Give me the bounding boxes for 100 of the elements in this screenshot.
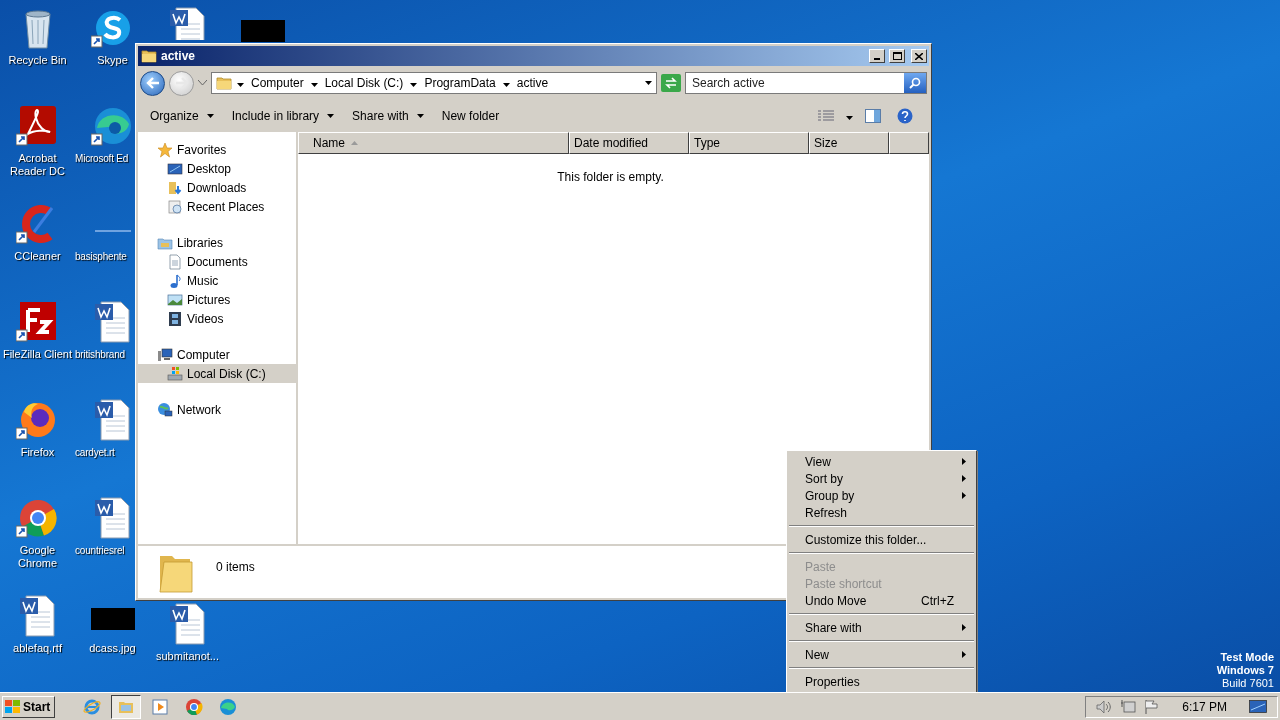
desktop-icon-label[interactable]: Microsoft Ed: [75, 152, 129, 165]
nav-item[interactable]: Pictures: [138, 290, 296, 309]
music-note-icon: [167, 272, 183, 289]
menu-item[interactable]: Properties: [789, 673, 974, 690]
desktop-icon-label[interactable]: basisphente: [75, 250, 127, 263]
folder-icon: [216, 75, 232, 91]
folder-icon: [141, 48, 157, 64]
toolbar-button[interactable]: Include in library: [225, 106, 341, 126]
document-icon: [167, 253, 183, 270]
monitor-icon: [167, 160, 183, 177]
breadcrumb-caret-icon: [237, 83, 244, 87]
nav-item[interactable]: Documents: [138, 252, 296, 271]
flag-icon[interactable]: [1144, 698, 1161, 715]
address-bar[interactable]: Computer Local Disk (C:) ProgramData active: [211, 72, 657, 94]
menu-item[interactable]: New: [789, 646, 974, 663]
picture-icon: [167, 291, 183, 308]
nav-item[interactable]: Downloads: [138, 178, 296, 197]
address-dropdown-icon: [645, 81, 652, 85]
desktop-icon-label[interactable]: countriesrel: [75, 544, 125, 557]
desktop-icon-label[interactable]: Skype: [97, 54, 128, 67]
menu-item[interactable]: Undo Move Ctrl+Z: [789, 592, 974, 609]
help-icon[interactable]: [897, 108, 913, 124]
item-count: 0 items: [216, 560, 255, 574]
caret-icon: [327, 114, 335, 118]
menu-item[interactable]: Customize this folder...: [789, 531, 974, 548]
star-icon: [157, 141, 173, 158]
view-caret-icon: [846, 116, 853, 120]
search-button[interactable]: [904, 73, 926, 93]
nav-item[interactable]: Libraries: [138, 233, 296, 252]
desktop-icon-label[interactable]: Recycle Bin: [8, 54, 67, 67]
empty-folder-message: This folder is empty.: [557, 170, 664, 184]
desktop-icon-label[interactable]: britishbrand: [75, 348, 125, 361]
download-folder-icon: [167, 179, 183, 196]
speaker-icon[interactable]: [1096, 699, 1113, 714]
caret-icon: [206, 114, 214, 118]
os-notice-text: Test Mode: [1220, 651, 1274, 664]
minimize-button[interactable]: [869, 49, 885, 63]
back-button[interactable]: [140, 70, 165, 96]
refresh-button[interactable]: [661, 74, 681, 92]
maximize-icon: [892, 52, 902, 60]
breadcrumb-caret-icon: [410, 83, 418, 87]
breadcrumb-caret-icon: [502, 83, 510, 87]
browser-icon: [185, 697, 204, 716]
toolbar-button[interactable]: Share with: [346, 106, 430, 126]
start-button[interactable]: Start: [2, 695, 56, 718]
desktop-icon-label[interactable]: FileZilla Client: [2, 348, 73, 361]
breadcrumb-button[interactable]: active: [514, 76, 551, 90]
nav-item[interactable]: Computer: [138, 345, 296, 364]
desktop-icon-label[interactable]: CCleaner: [14, 250, 61, 263]
column-header[interactable]: Name: [298, 132, 569, 154]
breadcrumb-caret-icon: [310, 83, 318, 87]
close-icon: [915, 52, 923, 60]
column-header[interactable]: Size: [809, 132, 889, 154]
search-icon: [909, 77, 921, 89]
desktop-icon-label[interactable]: cardyet.rt: [75, 446, 115, 459]
os-notice-text: Build 7601: [1222, 677, 1274, 690]
breadcrumb-button[interactable]: Local Disk (C:): [322, 76, 406, 90]
window-title: active: [161, 49, 197, 63]
desktop-icon-label[interactable]: ablefaq.rtf: [13, 642, 62, 655]
network-icon[interactable]: [1120, 698, 1137, 715]
menu-item[interactable]: Share with: [789, 619, 974, 636]
nav-item[interactable]: Videos: [138, 309, 296, 328]
preview-pane-icon[interactable]: [865, 109, 881, 123]
column-header[interactable]: Type: [689, 132, 809, 154]
maximize-button[interactable]: [889, 49, 905, 63]
globe-icon: [157, 401, 173, 418]
desktop-icon-label[interactable]: dcass.jpg: [89, 642, 136, 655]
breadcrumb-button[interactable]: Computer: [249, 76, 306, 90]
history-caret-icon[interactable]: [198, 80, 207, 86]
breadcrumb-button[interactable]: ProgramData: [422, 76, 498, 90]
desktop-icon-label[interactable]: Firefox: [20, 446, 55, 459]
nav-item[interactable]: Local Disk (C:): [138, 364, 296, 383]
menu-item[interactable]: Refresh: [789, 504, 974, 521]
desktop-icon-label[interactable]: Google Chrome: [7, 544, 68, 570]
nav-item[interactable]: Recent Places: [138, 197, 296, 216]
nav-item[interactable]: Desktop: [138, 159, 296, 178]
search-box[interactable]: Search active: [685, 72, 927, 94]
toolbar-button[interactable]: Organize: [144, 106, 220, 126]
os-notice-text: Windows 7: [1216, 664, 1274, 677]
show-desktop-icon[interactable]: [1249, 699, 1267, 714]
menu-item[interactable]: View: [789, 453, 974, 470]
browser-icon: [219, 697, 238, 716]
film-icon: [167, 310, 183, 327]
windows-logo-icon: [5, 699, 21, 714]
menu-item[interactable]: Group by: [789, 487, 974, 504]
computer-icon: [157, 346, 173, 363]
desktop-icon-label[interactable]: submitanot...: [156, 650, 219, 663]
nav-item[interactable]: Music: [138, 271, 296, 290]
taskbar-app-button[interactable]: [111, 694, 142, 719]
back-arrow-icon: [145, 77, 160, 89]
clock[interactable]: 6:17 PM: [1182, 699, 1227, 714]
column-header[interactable]: Date modified: [569, 132, 689, 154]
nav-item[interactable]: Network: [138, 400, 296, 419]
desktop-icon-label[interactable]: Acrobat Reader DC: [7, 152, 68, 178]
close-button[interactable]: [911, 49, 927, 63]
menu-item[interactable]: Sort by: [789, 470, 974, 487]
play-icon: [151, 697, 170, 716]
nav-item[interactable]: Favorites: [138, 140, 296, 159]
toolbar-button[interactable]: New folder: [435, 106, 506, 126]
caret-icon: [416, 114, 424, 118]
